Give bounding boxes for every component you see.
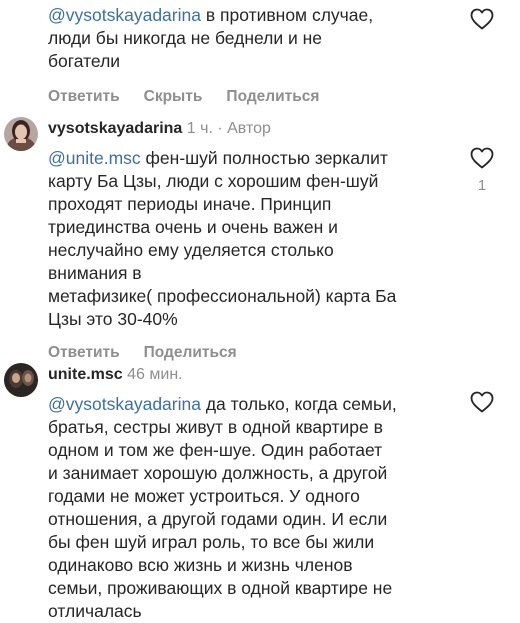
comment-line: отношения, а другой годами один. И если xyxy=(48,509,388,529)
mention-link[interactable]: @vysotskayadarina xyxy=(48,5,201,25)
comment-header: vysotskayadarina 1 ч. · Автор xyxy=(48,119,464,139)
comment-text: @vysotskayadarina в противном случае, лю… xyxy=(48,4,464,73)
comment-line: семьи, проживающих в одной квартире не xyxy=(48,578,393,598)
separator: · xyxy=(217,120,223,137)
comment-line: одинаково всю жизнь и жизнь членов xyxy=(48,555,353,575)
comment-line: бы фен шуй играл роль, то все бы жили xyxy=(48,532,375,552)
comment-line: проходят периоды иначе. Принцип xyxy=(48,194,332,214)
share-button[interactable]: Поделиться xyxy=(144,344,237,361)
comment-actions: Ответить Скрыть Поделиться xyxy=(48,87,464,107)
comment-line: годами не может устроиться. У одного xyxy=(48,486,360,506)
comment-line: одном и том же фен-шуе. Один работает xyxy=(48,440,383,460)
like-count[interactable]: 1 xyxy=(474,177,490,194)
comment-line: внимания в xyxy=(48,263,142,283)
avatar[interactable] xyxy=(4,363,38,397)
share-button[interactable]: Поделиться xyxy=(226,88,319,105)
timestamp: 1 ч. xyxy=(186,120,213,137)
heart-outline-icon[interactable] xyxy=(470,391,494,413)
comment-line: карту Ба Цзы, люди с хорошим фен-шуй xyxy=(48,171,379,191)
comment-line: и занимает хорошую должность, а другой xyxy=(48,463,388,483)
hide-button[interactable]: Скрыть xyxy=(144,88,203,105)
avatar[interactable] xyxy=(4,117,38,151)
comment-text: @vysotskayadarina да только, когда семьи… xyxy=(48,393,464,623)
comment-line: в противном случае, xyxy=(200,5,374,25)
reply-button[interactable]: Ответить xyxy=(48,88,120,105)
comment-line: метафизике( профессиональной) карта Ба xyxy=(48,286,397,306)
comment-text: @unite.msc фен-шуй полностью зеркалит ка… xyxy=(48,147,464,331)
mention-link[interactable]: @vysotskayadarina xyxy=(48,394,201,414)
username[interactable]: unite.msc xyxy=(48,366,123,383)
mention-link[interactable]: @unite.msc xyxy=(48,148,141,168)
comment-line: да только, когда семьи, xyxy=(200,394,397,414)
comment-line: братья, сестры живут в одной квартире в xyxy=(48,417,383,437)
comment-header: unite.msc 46 мин. xyxy=(48,365,464,385)
author-badge: Автор xyxy=(227,120,271,137)
comment-line: фен-шуй полностью зеркалит xyxy=(140,148,388,168)
comment-actions: Ответить Поделиться xyxy=(48,343,464,363)
heart-outline-icon[interactable] xyxy=(470,8,494,30)
reply-button[interactable]: Ответить xyxy=(48,344,120,361)
heart-outline-icon[interactable] xyxy=(470,147,494,169)
comment-line: богатели xyxy=(48,51,121,71)
comment-line: Цзы это 30-40% xyxy=(48,309,178,329)
comment-line: триединства очень и очень важен и xyxy=(48,217,338,237)
comment-line: неслучайно ему уделяется столько xyxy=(48,240,334,260)
username[interactable]: vysotskayadarina xyxy=(48,120,182,137)
comment-line: люди бы никогда не беднели и не xyxy=(48,28,323,48)
timestamp: 46 мин. xyxy=(127,366,183,383)
